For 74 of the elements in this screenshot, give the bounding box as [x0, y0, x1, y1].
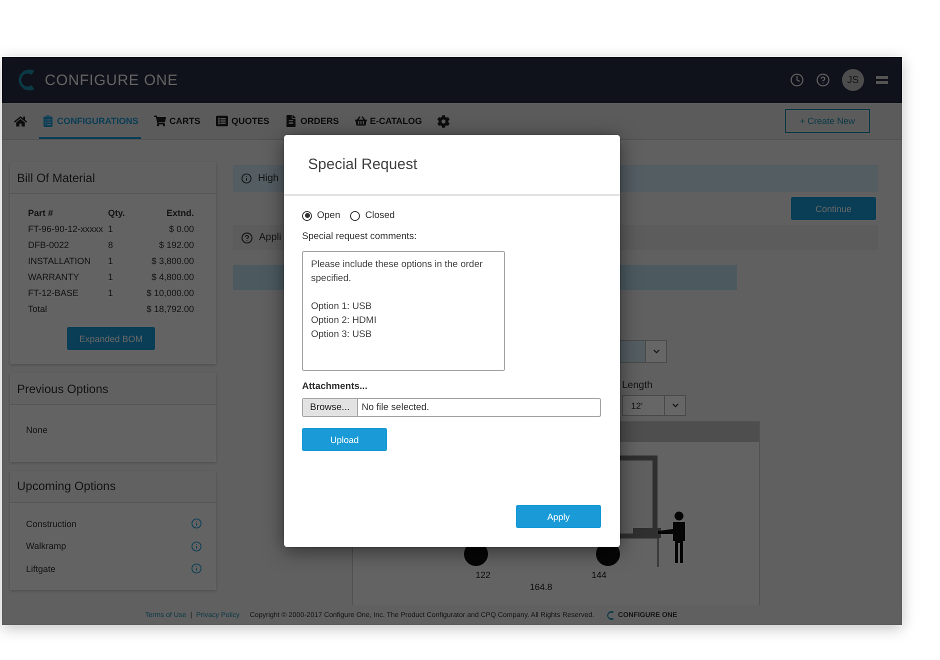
panel-title: Upcoming Options — [10, 470, 216, 502]
table-cell-text: FT-12-BASE — [28, 288, 80, 298]
file-status: No file selected. — [362, 402, 430, 413]
option-text: Construction — [26, 518, 77, 529]
help-icon[interactable] — [816, 73, 830, 87]
dimension-label: 164.8 — [530, 582, 552, 592]
settings-icon — [437, 114, 450, 128]
table-cell-text: $ 4,800.00 — [150, 272, 194, 282]
column-header: Extnd. — [165, 208, 194, 218]
document-icon — [285, 115, 298, 127]
radio-option[interactable]: Open — [302, 210, 340, 221]
table-cell-text: DFB-0022 — [28, 240, 70, 250]
info-icon — [241, 173, 252, 184]
field-label: Length — [622, 380, 654, 391]
file-field[interactable]: Browse... No file selected. — [302, 398, 601, 417]
chevron-icon — [672, 402, 678, 409]
nav-tab[interactable]: QUOTES — [213, 103, 272, 139]
banner-text: Appli — [259, 232, 282, 243]
table-cell-text: 1 — [108, 256, 114, 266]
total-label: Total — [28, 304, 48, 314]
table-cell-text: $ 3,800.00 — [150, 256, 194, 266]
basket-icon — [354, 115, 367, 127]
expanded-bom-button[interactable]: Expanded BOM — [67, 327, 155, 350]
column-header: Part # — [28, 208, 54, 218]
option-text: Walkramp — [26, 541, 66, 552]
nav-tab[interactable]: E-CATALOG — [352, 103, 426, 139]
cart-icon — [154, 115, 166, 127]
info-icon[interactable] — [191, 518, 202, 530]
table-cell-text: WARRANTY — [28, 272, 80, 282]
comments-field[interactable]: Please include these options in the order specified. Option 1: USB Option 2: HDMI Option 3: USB — [302, 251, 505, 371]
clock-icon[interactable] — [790, 73, 804, 87]
menu-icon[interactable] — [876, 76, 888, 84]
nav-tab[interactable]: CONFIGURATIONS — [39, 103, 142, 139]
apply-button[interactable]: Apply — [516, 505, 601, 528]
logo-icon — [606, 610, 616, 620]
create-new-button[interactable]: + Create New — [784, 109, 870, 133]
field-label: Attachments... — [302, 381, 368, 392]
upload-button[interactable]: Upload — [302, 428, 387, 451]
continue-button[interactable]: Continue — [791, 197, 876, 220]
column-header: Qty. — [108, 208, 126, 218]
banner-text: High — [258, 173, 279, 184]
table-cell-text: 1 — [108, 224, 114, 234]
option-text: Liftgate — [26, 564, 56, 574]
home-icon — [14, 114, 27, 128]
chevron-icon — [652, 348, 660, 355]
nav-tab[interactable]: ORDERS — [282, 103, 342, 139]
total-amount: $ 18,792.00 — [145, 304, 194, 314]
field-label: Special request comments: — [302, 231, 418, 242]
table-cell-text: $ 192.00 — [158, 240, 194, 250]
info-icon[interactable] — [191, 540, 202, 552]
user-avatar[interactable]: JS — [842, 69, 864, 91]
table-cell-text: 1 — [108, 288, 114, 298]
table-cell-text: INSTALLATION — [28, 256, 92, 266]
dimension-label: 144 — [591, 570, 607, 580]
table-cell-text: 8 — [108, 240, 114, 250]
browse-button[interactable]: Browse... — [303, 399, 358, 416]
nav-tab[interactable]: CARTS — [151, 103, 204, 139]
brand-name: CONFIGURE ONE — [44, 72, 178, 88]
clipboard-icon — [42, 115, 54, 127]
dialog-title: Special Request — [308, 156, 418, 173]
panel-title: Previous Options — [10, 373, 216, 405]
panel-title: Bill Of Material — [10, 162, 216, 194]
dimension-label: 122 — [475, 570, 491, 580]
option-text: None — [26, 425, 48, 436]
list-icon — [216, 115, 228, 127]
length-select[interactable]: 12' — [622, 395, 686, 416]
logo-icon — [16, 67, 37, 93]
info-icon[interactable] — [191, 563, 202, 574]
table-cell-text: 1 — [108, 272, 114, 282]
help-icon — [241, 232, 253, 244]
radio-option[interactable]: Closed — [350, 210, 395, 221]
table-cell-text: FT-96-90-12-xxxxx — [28, 224, 104, 234]
table-cell-text: $ 10,000.00 — [145, 288, 194, 298]
table-cell-text: $ 0.00 — [168, 224, 194, 234]
